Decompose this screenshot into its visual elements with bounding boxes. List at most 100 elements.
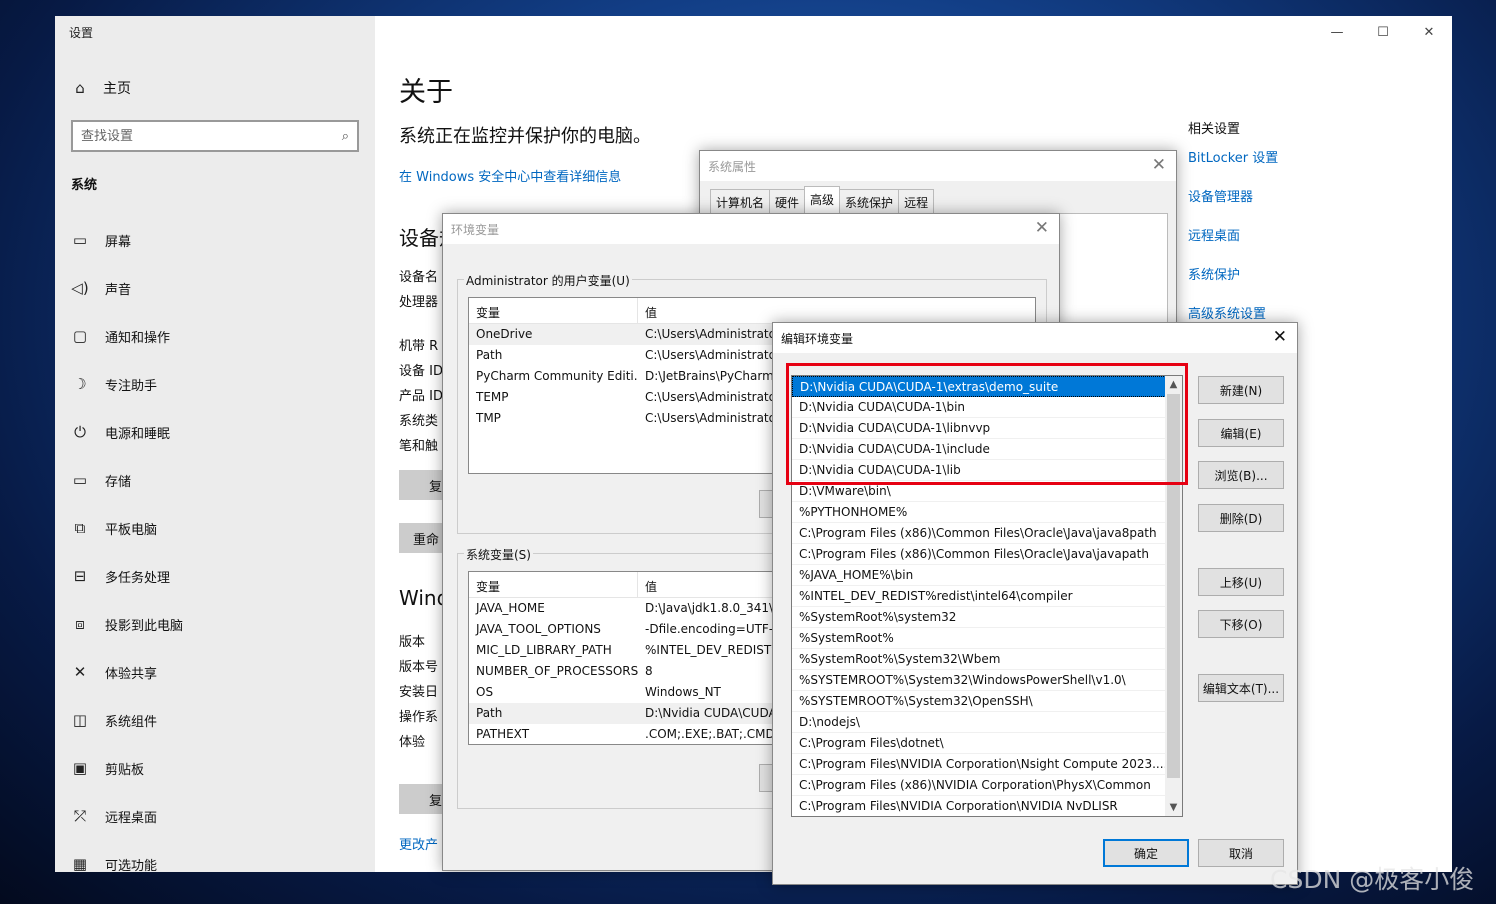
- sidebar-item-remote-desktop[interactable]: ⤱ 远程桌面: [71, 792, 183, 840]
- sidebar-item-shared-experiences[interactable]: ✕ 体验共享: [71, 648, 183, 696]
- sidebar-item-label: 远程桌面: [105, 810, 158, 826]
- var-value: C:\Users\Administrato: [645, 327, 776, 341]
- list-item[interactable]: %SYSTEMROOT%\System32\OpenSSH\: [792, 691, 1166, 712]
- list-item[interactable]: %INTEL_DEV_REDIST%redist\intel64\compile…: [792, 586, 1166, 607]
- list-item[interactable]: C:\Program Files\NVIDIA Corporation\NVID…: [792, 796, 1166, 816]
- column-header-value[interactable]: 值: [638, 298, 664, 323]
- maximize-icon[interactable]: ☐: [1360, 16, 1406, 48]
- column-header-value[interactable]: 值: [638, 572, 664, 597]
- list-item[interactable]: %SYSTEMROOT%\System32\WindowsPowerShell\…: [792, 670, 1166, 691]
- moon-icon: ☽: [73, 375, 87, 393]
- list-item[interactable]: C:\Program Files\NVIDIA Corporation\Nsig…: [792, 754, 1166, 775]
- close-icon[interactable]: ✕: [1273, 327, 1287, 347]
- tab-system-protection[interactable]: 系统保护: [839, 189, 900, 213]
- device-manager-link[interactable]: 设备管理器: [1188, 186, 1278, 225]
- list-item[interactable]: %SystemRoot%\system32: [792, 607, 1166, 628]
- window-controls: — ☐ ✕: [1314, 16, 1452, 48]
- list-item[interactable]: %PYTHONHOME%: [792, 502, 1166, 523]
- remote-desktop-link[interactable]: 远程桌面: [1188, 225, 1278, 264]
- dialog-titlebar: 环境变量 ✕: [443, 214, 1059, 244]
- sidebar-item-power[interactable]: ⏻ 电源和睡眠: [71, 408, 183, 456]
- spec-version: 版本号: [399, 660, 439, 675]
- project-icon: ⧈: [75, 615, 85, 633]
- page-title: 关于: [399, 77, 453, 108]
- dialog-title: 系统属性: [708, 159, 757, 174]
- sidebar-item-optional-features[interactable]: ▦ 可选功能: [71, 840, 183, 872]
- list-item[interactable]: C:\Program Files (x86)\Common Files\Orac…: [792, 544, 1166, 565]
- sidebar-item-notifications[interactable]: ▢ 通知和操作: [71, 312, 183, 360]
- new-button[interactable]: 新建(N): [1198, 376, 1284, 404]
- var-name: PyCharm Community Editi...: [476, 369, 638, 383]
- spec-processor: 处理器: [399, 295, 439, 310]
- spec-system-type: 系统类: [399, 414, 439, 429]
- minimize-icon[interactable]: —: [1314, 16, 1360, 48]
- sidebar-item-label: 屏幕: [105, 234, 132, 250]
- list-item[interactable]: C:\Program Files\dotnet\: [792, 733, 1166, 754]
- close-icon[interactable]: ✕: [1406, 16, 1452, 48]
- var-value: C:\Users\Administrato: [645, 411, 776, 425]
- tab-hardware[interactable]: 硬件: [769, 189, 806, 213]
- tab-remote[interactable]: 远程: [898, 189, 935, 213]
- ok-button[interactable]: 确定: [1103, 839, 1189, 867]
- bitlocker-link[interactable]: BitLocker 设置: [1188, 147, 1278, 186]
- sidebar-item-label: 系统组件: [105, 714, 158, 730]
- sidebar-item-focus-assist[interactable]: ☽ 专注助手: [71, 360, 183, 408]
- edit-text-button[interactable]: 编辑文本(T)...: [1198, 674, 1284, 702]
- sidebar-item-label: 投影到此电脑: [105, 618, 184, 634]
- list-item[interactable]: %SystemRoot%: [792, 628, 1166, 649]
- spec-edition: 版本: [399, 635, 426, 650]
- related-settings: 相关设置 BitLocker 设置 设备管理器 远程桌面 系统保护 高级系统设置: [1188, 118, 1278, 342]
- security-center-link[interactable]: 在 Windows 安全中心中查看详细信息: [399, 166, 621, 185]
- nav-home[interactable]: ⌂ 主页: [71, 78, 131, 98]
- var-value: Windows_NT: [645, 685, 721, 699]
- search-box[interactable]: ⌕: [71, 120, 359, 152]
- sidebar-item-sound[interactable]: ◁) 声音: [71, 264, 183, 312]
- move-up-button[interactable]: 上移(U): [1198, 568, 1284, 596]
- sidebar-item-label: 可选功能: [105, 858, 158, 873]
- scroll-down-icon[interactable]: ▼: [1165, 799, 1182, 816]
- tab-advanced[interactable]: 高级: [804, 186, 841, 213]
- delete-button[interactable]: 删除(D): [1198, 504, 1284, 532]
- tab-computer-name[interactable]: 计算机名: [710, 189, 771, 213]
- list-item[interactable]: %SystemRoot%\System32\Wbem: [792, 649, 1166, 670]
- spec-experience: 体验: [399, 735, 426, 750]
- edit-button[interactable]: 编辑(E): [1198, 419, 1284, 447]
- sidebar-item-storage[interactable]: ▭ 存储: [71, 456, 183, 504]
- var-value: -Dfile.encoding=UTF-8: [645, 622, 781, 636]
- search-input[interactable]: [81, 128, 342, 144]
- browse-button[interactable]: 浏览(B)...: [1198, 461, 1284, 489]
- dialog-titlebar: 编辑环境变量 ✕: [773, 323, 1297, 353]
- var-name: OS: [476, 685, 494, 699]
- var-value: %INTEL_DEV_REDIST%: [645, 643, 783, 657]
- sidebar-item-multitasking[interactable]: ⊟ 多任务处理: [71, 552, 183, 600]
- close-icon[interactable]: ✕: [1152, 155, 1166, 175]
- notification-icon: ▢: [72, 327, 88, 345]
- move-down-button[interactable]: 下移(O): [1198, 610, 1284, 638]
- var-value: C:\Users\Administrato: [645, 390, 776, 404]
- list-item[interactable]: %JAVA_HOME%\bin: [792, 565, 1166, 586]
- list-item[interactable]: D:\nodejs\: [792, 712, 1166, 733]
- settings-sidebar: 设置 ⌂ 主页 ⌕ 系统 ▭ 屏幕 ◁) 声音 ▢ 通知和操作 ☽ 专注助手 ⏻ 电源和睡…: [55, 16, 375, 872]
- dialog-title: 环境变量: [451, 222, 500, 237]
- components-icon: ◫: [72, 711, 88, 729]
- spec-ram: 机带 R: [399, 339, 439, 354]
- tab-strip: 计算机名 硬件 高级 系统保护 远程: [710, 186, 935, 213]
- var-name: JAVA_HOME: [476, 601, 545, 615]
- change-product-key-link[interactable]: 更改产: [399, 834, 438, 853]
- sidebar-item-label: 通知和操作: [105, 330, 171, 346]
- sidebar-item-components[interactable]: ◫ 系统组件: [71, 696, 183, 744]
- multitask-icon: ⊟: [73, 567, 87, 585]
- sidebar-item-tablet[interactable]: ⧉ 平板电脑: [71, 504, 183, 552]
- list-item[interactable]: C:\Program Files (x86)\NVIDIA Corporatio…: [792, 775, 1166, 796]
- sidebar-item-display[interactable]: ▭ 屏幕: [71, 216, 183, 264]
- column-header-variable[interactable]: 变量: [469, 298, 638, 323]
- close-icon[interactable]: ✕: [1035, 218, 1049, 238]
- sidebar-item-projecting[interactable]: ⧈ 投影到此电脑: [71, 600, 183, 648]
- watermark: CSDN @极客小俊: [1270, 865, 1475, 894]
- system-protection-link[interactable]: 系统保护: [1188, 264, 1278, 303]
- search-icon[interactable]: ⌕: [342, 129, 349, 144]
- spec-installed-on: 安装日: [399, 685, 439, 700]
- list-item[interactable]: C:\Program Files (x86)\Common Files\Orac…: [792, 523, 1166, 544]
- sidebar-item-clipboard[interactable]: ▣ 剪贴板: [71, 744, 183, 792]
- column-header-variable[interactable]: 变量: [469, 572, 638, 597]
